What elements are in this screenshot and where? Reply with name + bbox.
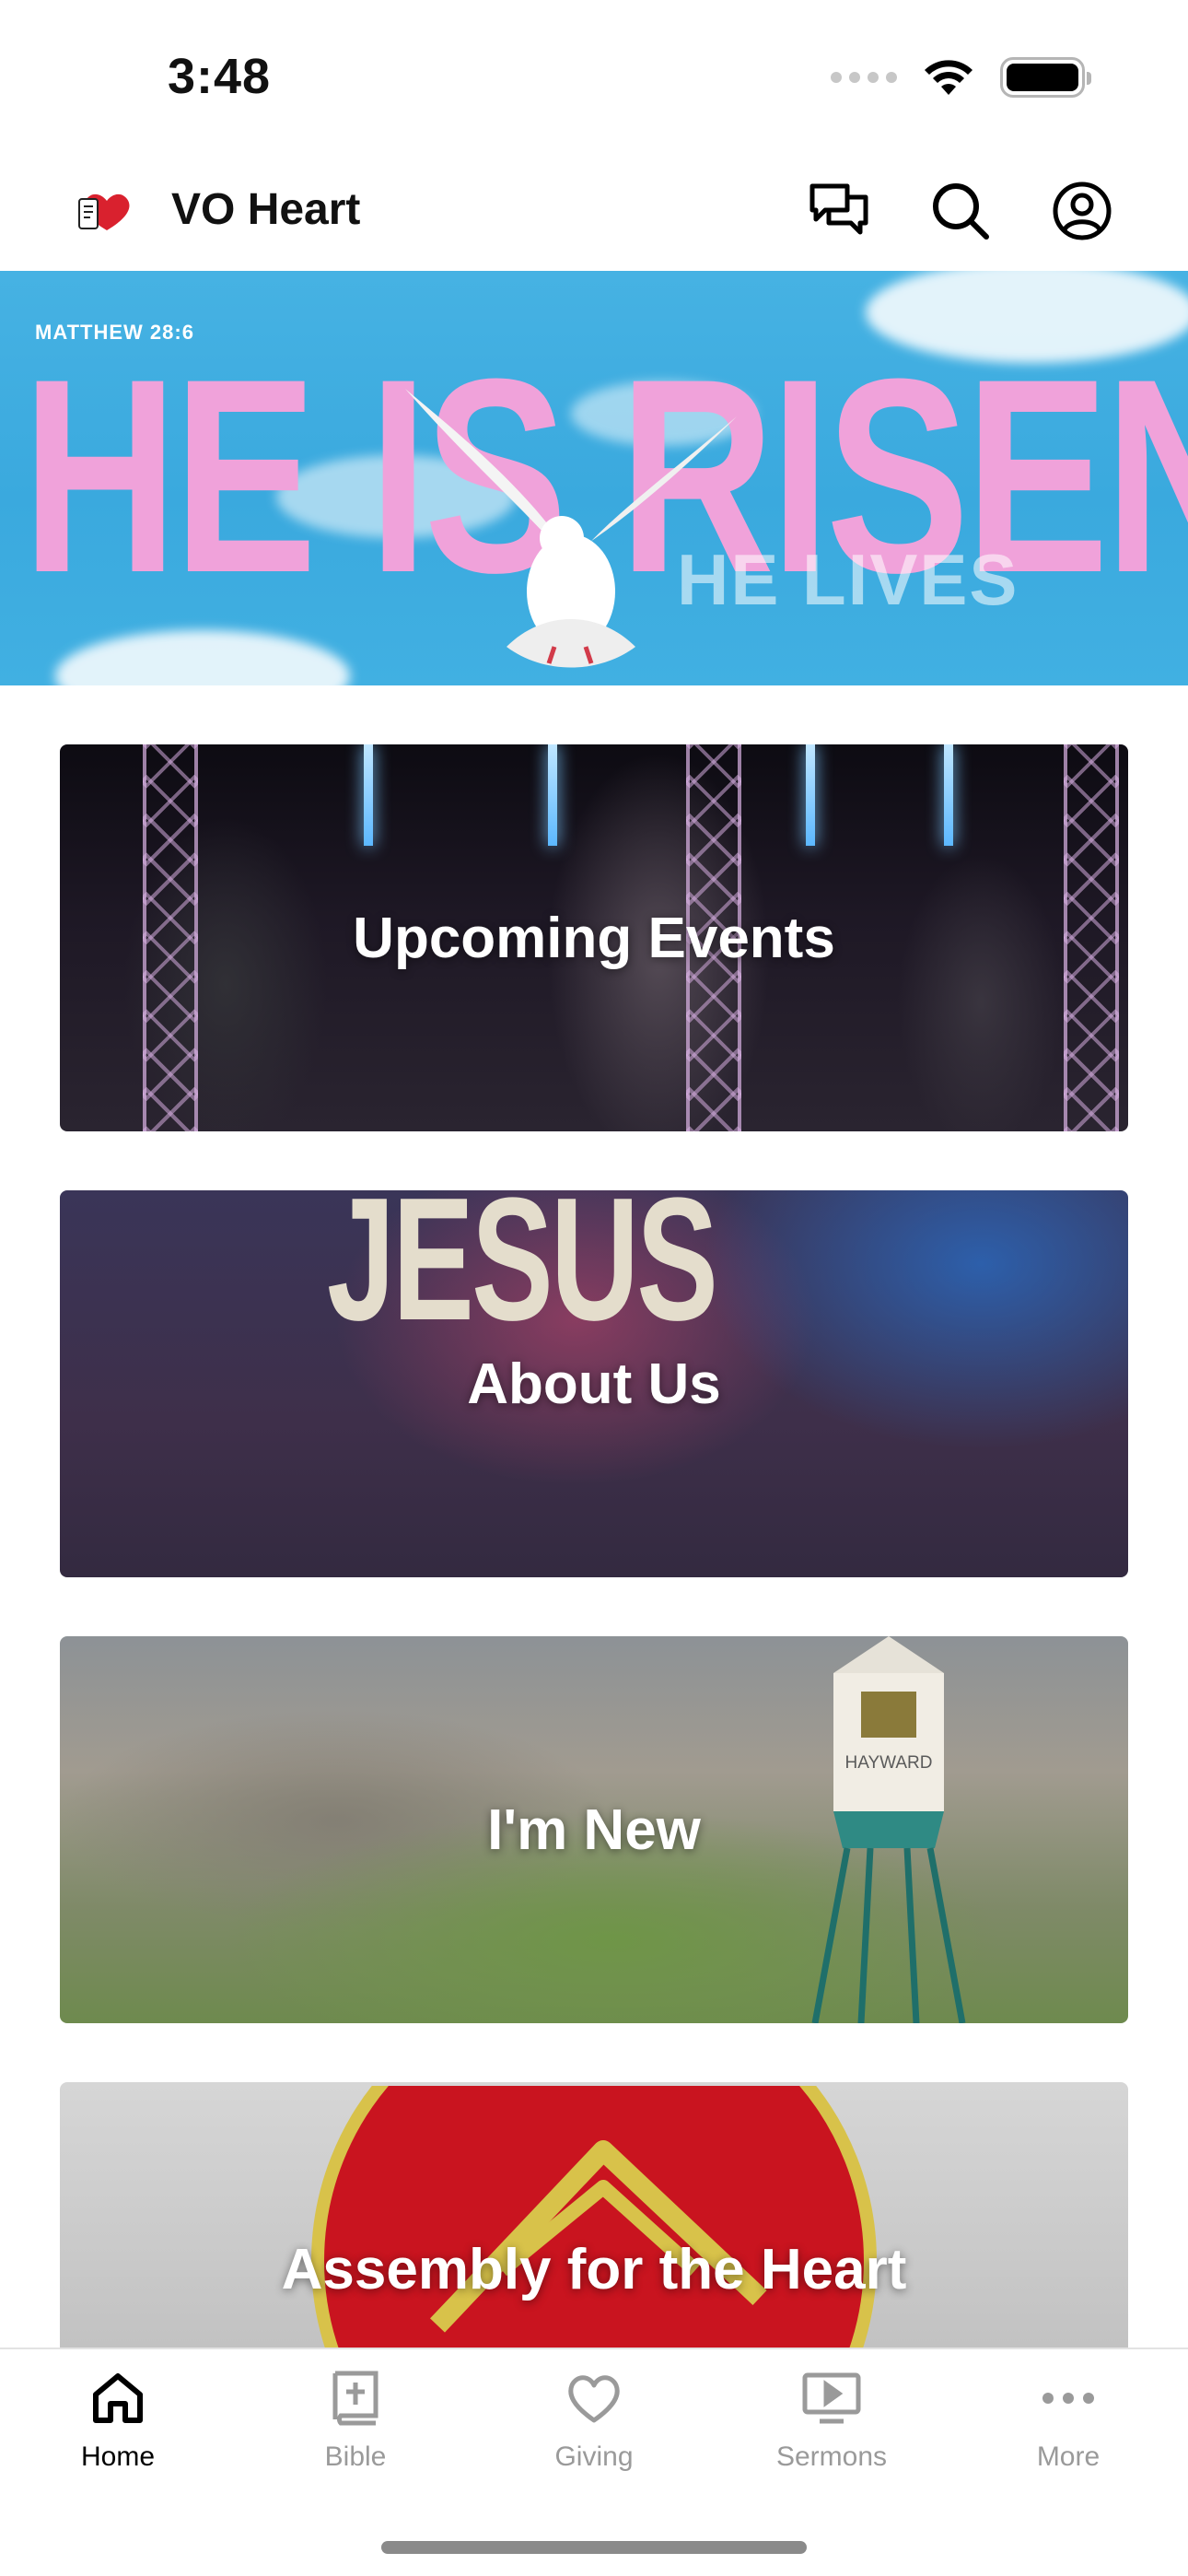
background-text: JESUS bbox=[327, 1190, 718, 1357]
hero-banner[interactable]: MATTHEW 28:6 HE IS RISEN HE LIVES bbox=[0, 271, 1188, 685]
tab-label: Home bbox=[80, 2441, 156, 2472]
tile-label: About Us bbox=[467, 1352, 721, 1416]
tile-assembly-for-the-heart[interactable]: Assembly for the Heart bbox=[60, 2082, 1128, 2349]
tab-sermons[interactable]: Sermons bbox=[740, 2368, 924, 2488]
cellular-signal-icon bbox=[831, 72, 897, 83]
status-bar: 3:48 bbox=[0, 0, 1188, 147]
tile-about-us[interactable]: JESUS About Us bbox=[60, 1190, 1128, 1577]
status-time: 3:48 bbox=[168, 49, 272, 104]
video-icon bbox=[801, 2368, 862, 2429]
home-icon bbox=[87, 2368, 148, 2429]
status-icons bbox=[831, 57, 1091, 98]
app-logo bbox=[78, 193, 130, 230]
tab-label: More bbox=[1036, 2441, 1101, 2472]
tab-home[interactable]: Home bbox=[26, 2368, 210, 2488]
dove-image bbox=[405, 389, 737, 668]
tile-label: I'm New bbox=[487, 1797, 701, 1862]
wifi-icon bbox=[925, 60, 973, 95]
battery-icon bbox=[1000, 57, 1091, 98]
heart-logo-image bbox=[311, 2086, 877, 2349]
tile-im-new[interactable]: HAYWARD I'm New bbox=[60, 1636, 1128, 2023]
tab-bible[interactable]: Bible bbox=[263, 2368, 448, 2488]
bible-icon bbox=[325, 2368, 386, 2429]
heart-icon bbox=[564, 2368, 624, 2429]
search-icon[interactable] bbox=[925, 175, 996, 247]
tile-label: Assembly for the Heart bbox=[281, 2238, 907, 2301]
app-title: VO Heart bbox=[171, 185, 361, 234]
tab-giving[interactable]: Giving bbox=[502, 2368, 686, 2488]
tab-label: Sermons bbox=[775, 2441, 888, 2472]
home-indicator[interactable] bbox=[381, 2541, 807, 2554]
app-header: VO Heart bbox=[0, 147, 1188, 271]
tile-label: Upcoming Events bbox=[353, 906, 835, 970]
tab-label: Giving bbox=[554, 2441, 634, 2472]
water-tower-image: HAYWARD bbox=[811, 1636, 966, 2023]
tab-label: Bible bbox=[324, 2441, 387, 2472]
tower-sign: HAYWARD bbox=[845, 1753, 933, 1773]
account-icon[interactable] bbox=[1046, 175, 1118, 247]
chat-icon[interactable] bbox=[803, 175, 875, 247]
more-icon bbox=[1038, 2368, 1099, 2429]
tab-more[interactable]: More bbox=[976, 2368, 1160, 2488]
tile-upcoming-events[interactable]: Upcoming Events bbox=[60, 744, 1128, 1131]
